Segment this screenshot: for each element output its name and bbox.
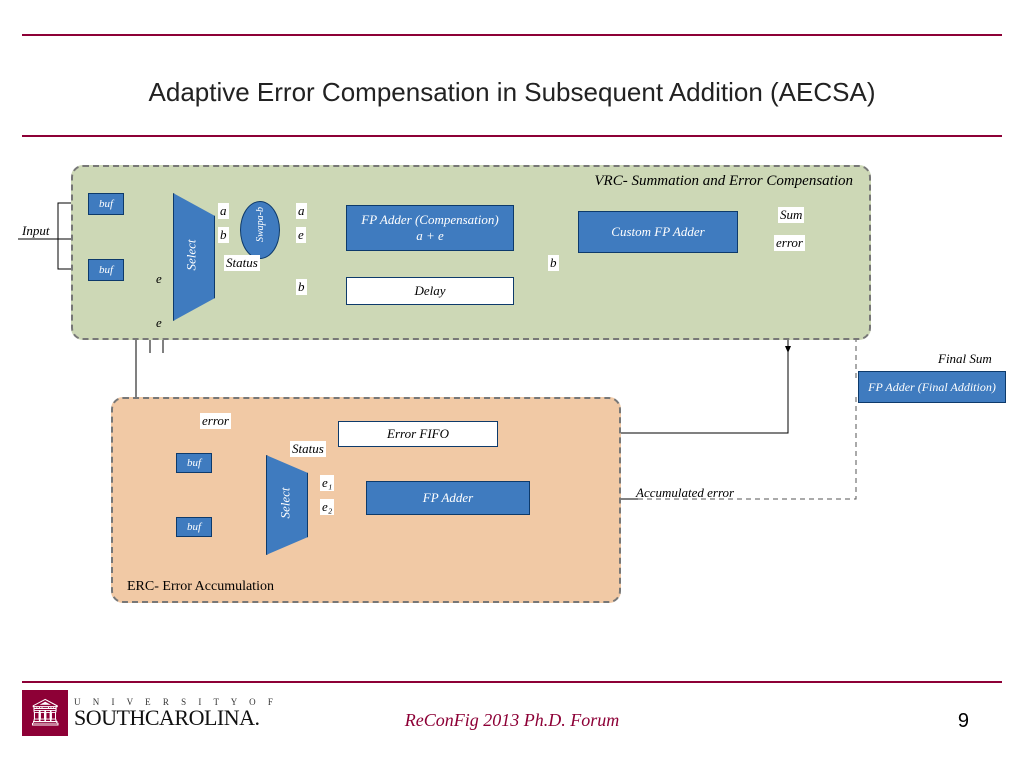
label-e2: e₂ xyxy=(320,499,334,515)
label-status: Status xyxy=(224,255,260,271)
label-status: Status xyxy=(290,441,326,457)
label-accumulated-error: Accumulated error xyxy=(634,485,736,501)
label-a: a xyxy=(218,203,229,219)
block-buf: buf xyxy=(176,453,212,473)
label-final-sum: Final Sum xyxy=(936,351,994,367)
label-b: b xyxy=(548,255,559,271)
label-b: b xyxy=(296,279,307,295)
label-b: b xyxy=(218,227,229,243)
block-fp-compensation: FP Adder (Compensation) a + e xyxy=(346,205,514,251)
label-sum: Sum xyxy=(778,207,804,223)
label-e1: e₁ xyxy=(320,475,334,491)
label-error: error xyxy=(774,235,805,251)
label-e: e xyxy=(296,227,306,243)
block-delay: Delay xyxy=(346,277,514,305)
footer-center: ReConFig 2013 Ph.D. Forum xyxy=(0,710,1024,731)
label-e: e xyxy=(154,271,164,287)
slide-title: Adaptive Error Compensation in Subsequen… xyxy=(0,77,1024,108)
label-error: error xyxy=(200,413,231,429)
label-e: e xyxy=(154,315,164,331)
block-custom-fp-adder: Custom FP Adder xyxy=(578,211,738,253)
block-fp-adder: FP Adder xyxy=(366,481,530,515)
footer-page-number: 9 xyxy=(958,710,969,733)
block-swap-label: Swapa-b xyxy=(255,207,266,242)
block-error-fifo: Error FIFO xyxy=(338,421,498,447)
zone-vrc-title: VRC- Summation and Error Compensation xyxy=(594,173,853,190)
zone-erc-title: ERC- Error Accumulation xyxy=(127,579,274,595)
block-select-erc-label: Select xyxy=(278,487,294,518)
top-rule-2 xyxy=(22,135,1002,137)
diagram-stage: VRC- Summation and Error Compensation ER… xyxy=(18,165,1006,665)
bottom-rule xyxy=(22,681,1002,683)
top-rule-1 xyxy=(22,34,1002,36)
block-buf: buf xyxy=(88,193,124,215)
block-buf: buf xyxy=(176,517,212,537)
block-select-vrc-label: Select xyxy=(184,239,200,270)
label-a: a xyxy=(296,203,307,219)
block-buf: buf xyxy=(88,259,124,281)
label-input: Input xyxy=(20,223,51,239)
block-fp-final: FP Adder (Final Addition) xyxy=(858,371,1006,403)
